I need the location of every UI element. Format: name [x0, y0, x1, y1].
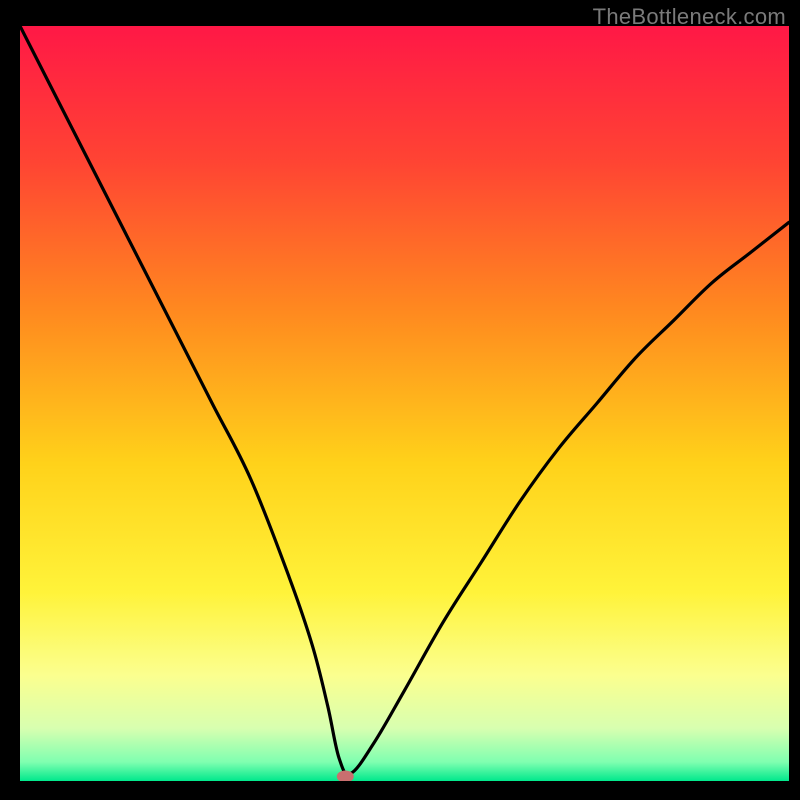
- plot-area: [20, 26, 789, 781]
- gradient-background: [20, 26, 789, 781]
- chart-frame: TheBottleneck.com: [0, 0, 800, 800]
- watermark-text: TheBottleneck.com: [593, 4, 786, 30]
- bottleneck-chart-svg: [20, 26, 789, 781]
